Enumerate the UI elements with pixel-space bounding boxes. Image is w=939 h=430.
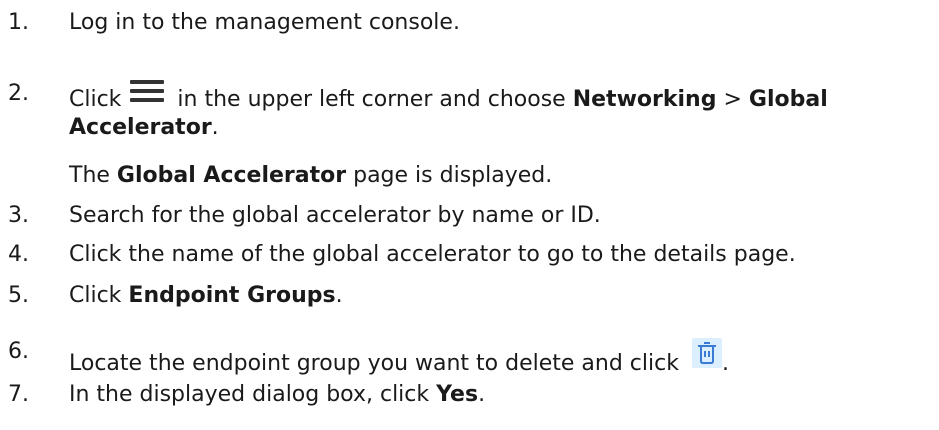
step-text: Locate the endpoint group you want to de…	[69, 338, 935, 378]
step-text-post: .	[721, 351, 729, 376]
step-text-main: Locate the endpoint group you want to de…	[69, 351, 679, 376]
step-number: 5.	[8, 283, 29, 308]
step-text: Click Endpoint Groups.	[69, 282, 935, 310]
step-text: Search for the global accelerator by nam…	[69, 203, 601, 228]
yes-label: Yes	[436, 382, 479, 407]
menu-path-accelerator: Accelerator	[69, 115, 212, 140]
note-post: page is displayed.	[353, 163, 553, 188]
step-number: 6.	[8, 339, 29, 364]
step-number: 1.	[8, 10, 29, 35]
step-text-post: .	[335, 283, 343, 308]
menu-path-separator: >	[723, 87, 742, 112]
step-text-pre: Click	[69, 87, 122, 112]
step-text-pre: In the displayed dialog box, click	[69, 382, 430, 407]
menu-icon[interactable]	[130, 80, 165, 102]
note-bold: Global Accelerator	[116, 163, 347, 188]
step-text-pre: Click	[69, 283, 122, 308]
step-text: In the displayed dialog box, click Yes.	[69, 381, 935, 409]
note-pre: The	[69, 163, 110, 188]
step-number: 7.	[8, 382, 29, 407]
menu-path-global: Global	[748, 87, 828, 112]
step-text-post: in the upper left corner and choose	[177, 87, 566, 112]
step-text: Log in to the management console.	[69, 10, 460, 35]
step-text-post: .	[478, 382, 486, 407]
step-text: Click in the upper left corner and choos…	[69, 80, 935, 142]
step-text: Click the name of the global accelerator…	[69, 242, 796, 267]
menu-path-networking: Networking	[572, 87, 717, 112]
note-text: The Global Accelerator page is displayed…	[69, 162, 935, 190]
step-number: 4.	[8, 242, 29, 267]
step-text-end: .	[211, 115, 219, 140]
endpoint-groups-label: Endpoint Groups	[128, 283, 336, 308]
step-number: 3.	[8, 203, 29, 228]
step-number: 2.	[8, 81, 29, 106]
trash-icon[interactable]	[691, 338, 722, 368]
